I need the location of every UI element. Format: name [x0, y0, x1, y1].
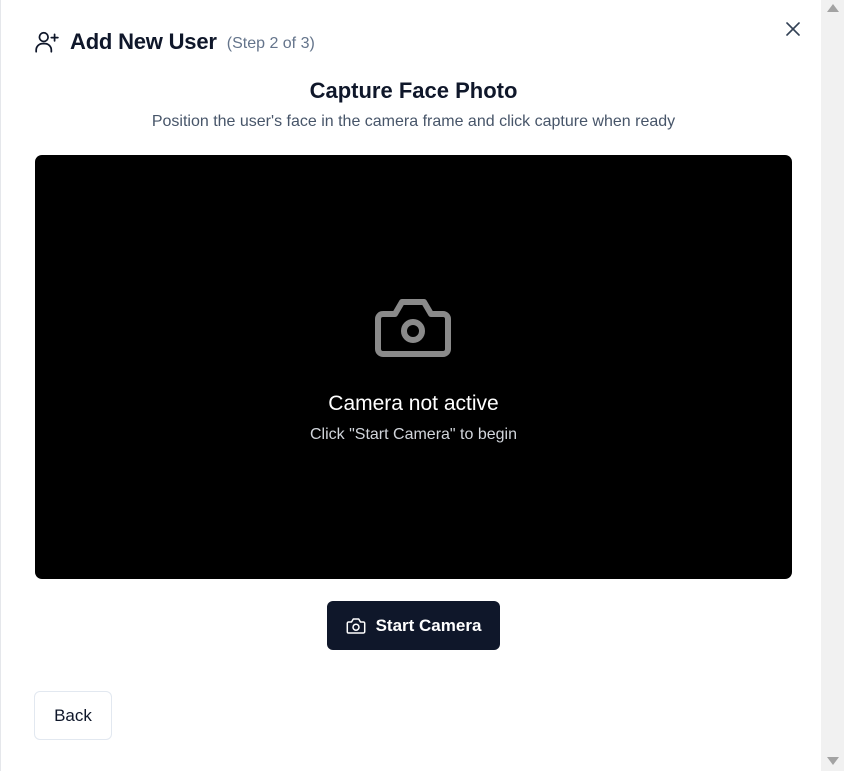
- capture-title: Capture Face Photo: [309, 78, 518, 103]
- back-label: Back: [54, 705, 92, 725]
- user-plus-icon: [35, 31, 59, 53]
- close-button[interactable]: [781, 17, 805, 41]
- camera-status: Camera not active: [328, 392, 499, 415]
- camera-hint: Click "Start Camera" to begin: [310, 426, 517, 443]
- scroll-down-icon[interactable]: [827, 757, 839, 765]
- step-indicator: (Step 2 of 3): [226, 34, 315, 52]
- camera-preview: Camera not active Click "Start Camera" t…: [35, 155, 792, 579]
- dialog-header: Add New User (Step 2 of 3): [34, 28, 315, 56]
- dialog-title: Add New User: [70, 29, 217, 54]
- start-camera-label: Start Camera: [375, 615, 482, 635]
- close-icon: [786, 22, 800, 36]
- vertical-scrollbar[interactable]: [821, 0, 844, 771]
- start-camera-button[interactable]: Start Camera: [327, 601, 500, 650]
- capture-subtitle: Position the user's face in the camera f…: [151, 113, 676, 130]
- camera-icon: [375, 299, 451, 357]
- add-user-dialog: Add New User (Step 2 of 3) Capture Face …: [0, 0, 821, 771]
- camera-small-icon: [346, 617, 366, 634]
- scroll-up-icon[interactable]: [827, 4, 839, 12]
- back-button[interactable]: Back: [34, 691, 112, 740]
